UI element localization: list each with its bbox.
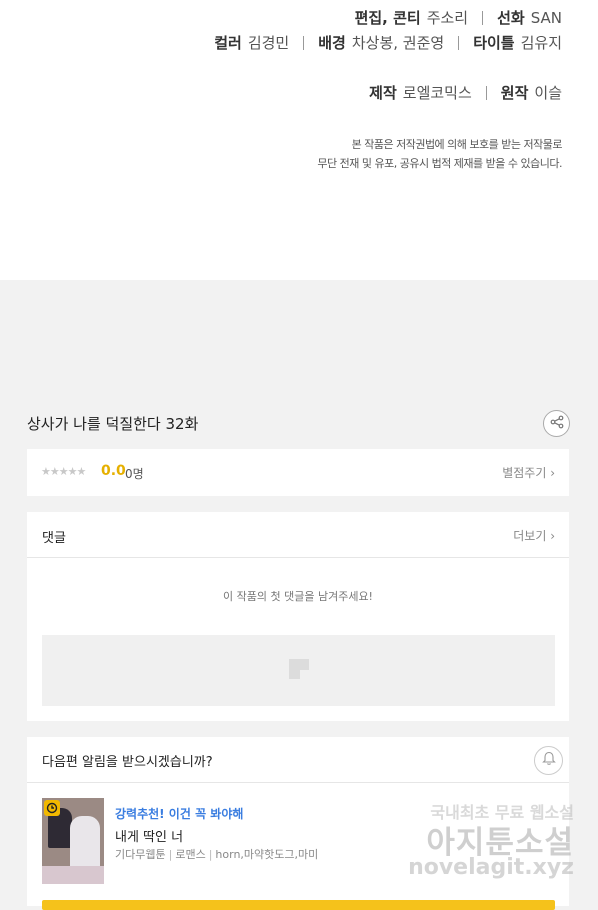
credit-name: 로엘코믹스 [402,84,472,102]
comments-card: 댓글 더보기 › 이 작품의 첫 댓글을 남겨주세요! [27,512,569,721]
meta-item: 로맨스 [175,848,206,861]
comment-placeholder-icon [288,658,310,684]
meta-item: 기다무웹툰 [115,848,166,861]
credit-role: 컬러 [214,34,242,52]
credit-name: 주소리 [426,9,469,27]
divider [482,10,484,25]
divider: | [208,848,213,861]
credit-role: 제작 [369,84,397,102]
copyright-notice: 본 작품은 저작권법에 의해 보호를 받는 저작물로 무단 전재 및 유포, 공… [317,135,562,173]
comments-title: 댓글 [42,531,66,546]
credit-name: 이슬 [534,84,562,102]
recommendation-tag: 강력추천! 이건 꼭 봐야해 [115,807,244,821]
divider [485,85,487,100]
rating-count: 0명 [125,467,144,481]
subscribe-button[interactable] [42,900,555,910]
thumbnail-figure [70,816,100,872]
watermark: 국내최초 무료 웹소설 아지툰소설 novelagit.xyz [408,797,580,887]
divider [458,35,460,50]
bell-icon [541,751,556,770]
notify-bell-button[interactable] [534,746,563,775]
share-button[interactable] [543,410,570,437]
credit-role: 편집, 콘티 [354,9,421,27]
credit-role: 타이틀 [473,34,515,52]
rate-link[interactable]: 별점주기 › [502,464,555,481]
recommendation-thumbnail[interactable] [42,798,104,884]
comments-empty-message: 이 작품의 첫 댓글을 남겨주세요! [223,590,373,603]
credit-role: 배경 [318,34,346,52]
recommendation-meta: 기다무웹툰 | 로맨스 | horn,마약핫도그,마미 [115,846,318,862]
clock-icon [44,800,60,816]
rating-card: ★★★★★ 0.0 0명 별점주기 › [27,449,569,496]
comment-input-box[interactable] [42,635,555,706]
divider: | [168,848,173,861]
thumbnail-band [42,866,104,884]
credit-name: 김유지 [520,34,562,52]
credits-line-1: 편집, 콘티 주소리 선화 SAN [355,7,562,28]
watermark-line: novelagit.xyz [408,855,574,880]
notify-question: 다음편 알림을 받으시겠습니까? [42,755,213,770]
episode-title: 상사가 나를 덕질한다 32화 [27,415,199,433]
star-rating-icon: ★★★★★ [41,465,86,478]
copyright-line: 무단 전재 및 유포, 공유시 법적 제재를 받을 수 있습니다. [317,157,562,170]
share-icon [550,414,564,433]
credit-role: 선화 [497,9,525,27]
meta-item: horn,마약핫도그,마미 [215,848,319,861]
divider [303,35,305,50]
credit-role: 원작 [500,84,529,102]
divider [27,557,569,558]
credits-section: 편집, 콘티 주소리 선화 SAN 컬러 김경민 배경 차상봉, 권준영 타이틀… [0,0,598,280]
credits-line-2: 컬러 김경민 배경 차상봉, 권준영 타이틀 김유지 [214,32,562,53]
copyright-line: 본 작품은 저작권법에 의해 보호를 받는 저작물로 [351,138,563,151]
comments-more-link[interactable]: 더보기 › [513,527,555,544]
credits-line-3: 제작 로엘코믹스 원작 이슬 [369,82,562,103]
credit-name: 차상봉, 권준영 [351,34,445,52]
rating-score: 0.0 [101,463,126,479]
credit-name: SAN [530,8,562,27]
credit-name: 김경민 [247,34,290,52]
recommendation-title[interactable]: 내게 딱인 너 [115,826,183,845]
divider [27,782,569,783]
